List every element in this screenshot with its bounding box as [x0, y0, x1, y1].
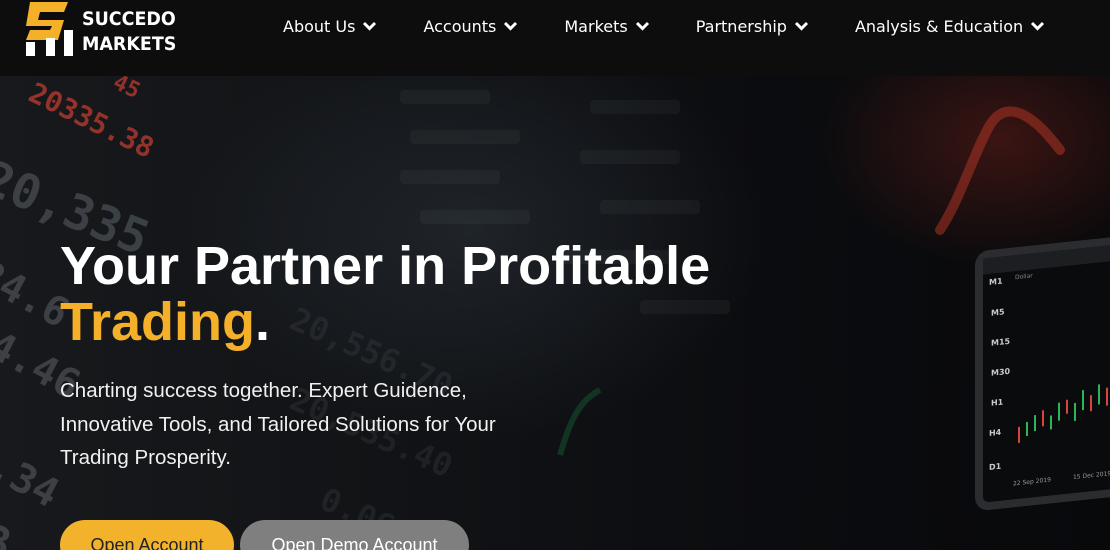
- open-demo-account-button[interactable]: Open Demo Account: [240, 520, 469, 550]
- timeframe-label: H1: [991, 397, 1004, 407]
- chevron-down-icon: [635, 21, 649, 31]
- timeframe-label: M5: [991, 307, 1005, 317]
- main-nav: About Us Accounts Markets Partnership An…: [283, 13, 1045, 39]
- nav-item-label: About Us: [283, 16, 356, 36]
- nav-item-label: Markets: [564, 16, 628, 36]
- chevron-down-icon: [794, 21, 809, 31]
- nav-item-accounts[interactable]: Accounts: [423, 17, 518, 36]
- chevron-down-icon: [1031, 21, 1045, 31]
- nav-item-label: Accounts: [423, 16, 497, 36]
- hero-title: Your Partner in Profitable Trading.: [60, 238, 710, 350]
- hero-title-accent: Trading: [60, 292, 256, 352]
- timeframe-label: H4: [989, 428, 1002, 438]
- brand-logo[interactable]: SUCCEDO MARKETS: [24, 0, 194, 62]
- nav-item-label: Partnership: [695, 16, 787, 36]
- hero-title-period: .: [255, 292, 271, 352]
- nav-item-about-us[interactable]: About Us: [283, 17, 377, 36]
- nav-item-label: Analysis & Education: [854, 16, 1024, 36]
- brand-name-line1: SUCCEDO: [82, 8, 176, 30]
- brand-name-line2: MARKETS: [82, 33, 177, 55]
- nav-item-markets[interactable]: Markets: [564, 17, 649, 36]
- trading-tablet-image: M1 M5 M15 M30 H1 H4 D1 Dollar 22 Sep 201…: [975, 233, 1110, 512]
- hero-subtitle: Charting success together. Expert Guiden…: [60, 379, 496, 469]
- navbar: SUCCEDO MARKETS About Us Accounts Market…: [0, 0, 1110, 76]
- chevron-down-icon: [504, 21, 518, 31]
- nav-item-partnership[interactable]: Partnership: [696, 17, 809, 36]
- open-account-button[interactable]: Open Account: [60, 520, 234, 550]
- timeframe-label: D1: [989, 462, 1002, 472]
- logo-mark-icon: [26, 2, 73, 56]
- chevron-down-icon: [363, 21, 377, 31]
- brand-wordmark: SUCCEDO MARKETS: [82, 8, 176, 55]
- nav-item-analysis-education[interactable]: Analysis & Education: [855, 17, 1045, 36]
- timeframe-label: M1: [989, 277, 1003, 287]
- hero-title-line1: Your Partner in Profitable: [60, 236, 711, 296]
- tablet-screen: M1 M5 M15 M30 H1 H4 D1 Dollar 22 Sep 201…: [975, 233, 1110, 511]
